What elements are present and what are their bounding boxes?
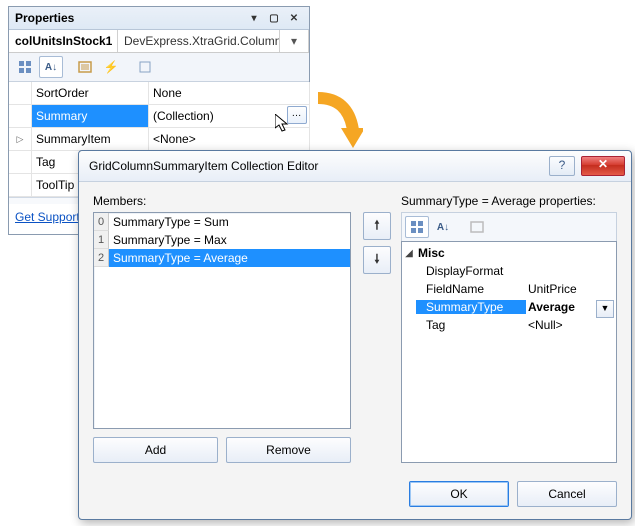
property-row[interactable]: Summary(Collection)… (9, 105, 309, 128)
list-item-index: 1 (94, 231, 109, 249)
ok-button[interactable]: OK (409, 481, 509, 507)
panel-dropdown-icon[interactable]: ▾ (245, 10, 263, 26)
callout-arrow-icon (313, 90, 363, 150)
list-item[interactable]: 2SummaryType = Average (94, 249, 350, 267)
property-value[interactable]: <Null> (526, 318, 616, 332)
property-name: Tag (416, 318, 526, 332)
properties-titlebar: Properties ▾ ▢ ✕ (9, 7, 309, 30)
properties-title: Properties (15, 11, 243, 25)
remove-button[interactable]: Remove (226, 437, 351, 463)
property-row[interactable]: FieldNameUnitPrice (402, 280, 616, 298)
properties-toolbar: A↓ ⚡ (9, 53, 309, 82)
right-toolbar: A↓ (401, 212, 617, 241)
property-value[interactable]: <None> (149, 128, 310, 151)
object-selector[interactable]: colUnitsInStock1 DevExpress.XtraGrid.Col… (9, 30, 309, 53)
property-name: Summary (32, 105, 149, 128)
property-value[interactable]: Average▼ (526, 300, 616, 314)
members-list[interactable]: 0SummaryType = Sum1SummaryType = Max2Sum… (93, 212, 351, 429)
members-label: Members: (93, 194, 351, 208)
dropdown-button[interactable]: ▼ (596, 300, 614, 318)
expand-icon (9, 82, 32, 105)
list-item[interactable]: 1SummaryType = Max (94, 231, 350, 249)
expand-icon (9, 105, 32, 128)
collection-editor-dialog: GridColumnSummaryItem Collection Editor … (78, 150, 632, 520)
expand-icon[interactable]: ▷ (9, 128, 32, 151)
category-row[interactable]: ◢Misc (402, 244, 616, 262)
collapse-icon[interactable]: ◢ (402, 248, 416, 259)
list-item-label: SummaryType = Sum (109, 213, 350, 231)
property-row[interactable]: Tag<Null> (402, 316, 616, 334)
panel-close-icon[interactable]: ✕ (285, 10, 303, 26)
alphabetical-icon[interactable]: A↓ (431, 216, 455, 238)
property-pages-icon[interactable] (465, 216, 489, 238)
dialog-titlebar: GridColumnSummaryItem Collection Editor … (79, 151, 631, 182)
property-row[interactable]: DisplayFormat (402, 262, 616, 280)
property-name: DisplayFormat (416, 264, 526, 278)
expand-icon (9, 151, 32, 174)
help-button[interactable]: ? (549, 156, 575, 176)
property-name: FieldName (416, 282, 526, 296)
property-value[interactable]: (Collection)… (149, 105, 310, 128)
property-name: SummaryType (416, 300, 526, 314)
move-up-button[interactable]: 🠕 (363, 212, 391, 240)
alphabetical-icon[interactable]: A↓ (39, 56, 63, 78)
property-row[interactable]: SortOrderNone (9, 82, 309, 105)
property-row[interactable]: SummaryTypeAverage▼ (402, 298, 616, 316)
categorized-icon[interactable] (405, 216, 429, 238)
property-name: SortOrder (32, 82, 149, 105)
property-value[interactable]: UnitPrice (526, 282, 616, 296)
right-property-grid: ◢MiscDisplayFormatFieldNameUnitPriceSumm… (401, 241, 617, 463)
property-row[interactable]: ▷SummaryItem<None> (9, 128, 309, 151)
object-name: colUnitsInStock1 (9, 30, 118, 52)
object-type: DevExpress.XtraGrid.Columns.G (118, 30, 280, 52)
get-support-link[interactable]: Get Support (15, 210, 80, 224)
list-item-index: 0 (94, 213, 109, 231)
ellipsis-button[interactable]: … (287, 106, 307, 124)
dialog-title: GridColumnSummaryItem Collection Editor (89, 159, 549, 173)
list-item-index: 2 (94, 249, 109, 267)
extra-tool-icon[interactable] (133, 56, 157, 78)
move-down-button[interactable]: 🠗 (363, 246, 391, 274)
list-item[interactable]: 0SummaryType = Sum (94, 213, 350, 231)
property-pages-icon[interactable] (73, 56, 97, 78)
right-label: SummaryType = Average properties: (401, 194, 617, 208)
dialog-footer: OK Cancel (79, 471, 631, 519)
category-label: Misc (416, 246, 518, 260)
list-item-label: SummaryType = Max (109, 231, 350, 249)
close-button[interactable]: ✕ (581, 156, 625, 176)
panel-maximize-icon[interactable]: ▢ (265, 10, 283, 26)
cancel-button[interactable]: Cancel (517, 481, 617, 507)
expand-icon (9, 174, 32, 197)
object-selector-dropdown-icon[interactable]: ▾ (280, 30, 309, 52)
property-name: SummaryItem (32, 128, 149, 151)
add-button[interactable]: Add (93, 437, 218, 463)
property-value[interactable]: None (149, 82, 310, 105)
list-item-label: SummaryType = Average (109, 249, 350, 267)
categorized-icon[interactable] (13, 56, 37, 78)
lightning-icon[interactable]: ⚡ (99, 56, 123, 78)
